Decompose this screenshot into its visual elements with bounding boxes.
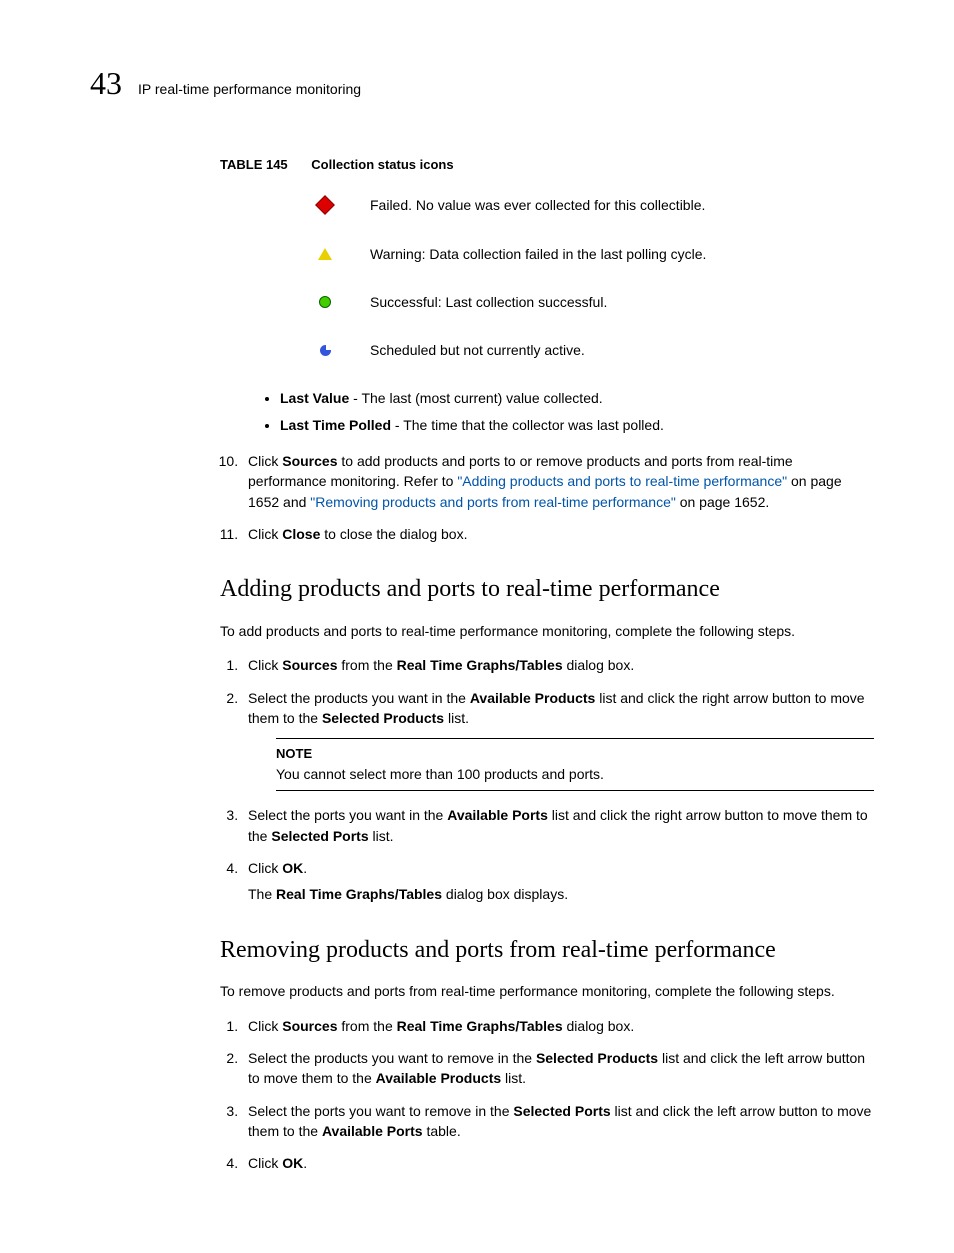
intro-removing: To remove products and ports from real-t… — [220, 981, 874, 1001]
table-title: Collection status icons — [311, 157, 453, 172]
last-value-label: Last Value — [280, 390, 349, 406]
table-row: Scheduled but not currently active. — [280, 340, 874, 360]
scheduled-icon — [280, 345, 370, 356]
rem-step-2: Select the products you want to remove i… — [242, 1048, 874, 1089]
intro-adding: To add products and ports to real-time p… — [220, 621, 874, 641]
last-time-text: - The time that the collector was last p… — [391, 417, 664, 433]
link-removing[interactable]: "Removing products and ports from real-t… — [310, 494, 676, 510]
success-icon — [280, 296, 370, 308]
table-label: TABLE 145 — [220, 157, 288, 172]
table-row: Warning: Data collection failed in the l… — [280, 244, 874, 264]
note-text: You cannot select more than 100 products… — [276, 764, 874, 784]
step-11: Click Close to close the dialog box. — [242, 524, 874, 544]
note-box: NOTE You cannot select more than 100 pro… — [276, 738, 874, 791]
rem-step-4: Click OK. — [242, 1153, 874, 1173]
add-step-4-sub: The Real Time Graphs/Tables dialog box d… — [248, 884, 874, 904]
list-item: Last Time Polled - The time that the col… — [280, 415, 874, 435]
add-step-1: Click Sources from the Real Time Graphs/… — [242, 655, 874, 675]
last-value-text: - The last (most current) value collecte… — [349, 390, 602, 406]
rem-step-1: Click Sources from the Real Time Graphs/… — [242, 1016, 874, 1036]
step-list-top: Click Sources to add products and ports … — [220, 451, 874, 544]
last-time-label: Last Time Polled — [280, 417, 391, 433]
add-step-2: Select the products you want in the Avai… — [242, 688, 874, 792]
table-caption: TABLE 145 Collection status icons — [220, 156, 874, 175]
success-desc: Successful: Last collection successful. — [370, 292, 607, 312]
step-list-remove: Click Sources from the Real Time Graphs/… — [220, 1016, 874, 1174]
failed-icon — [280, 198, 370, 212]
step-list-add: Click Sources from the Real Time Graphs/… — [220, 655, 874, 904]
bullet-list: Last Value - The last (most current) val… — [280, 388, 874, 435]
failed-desc: Failed. No value was ever collected for … — [370, 195, 705, 215]
warning-desc: Warning: Data collection failed in the l… — [370, 244, 706, 264]
link-adding[interactable]: "Adding products and ports to real-time … — [457, 473, 787, 489]
heading-removing: Removing products and ports from real-ti… — [220, 933, 874, 968]
chapter-number: 43 — [90, 60, 122, 106]
chapter-title: IP real-time performance monitoring — [138, 79, 361, 99]
warning-icon — [280, 248, 370, 260]
heading-adding: Adding products and ports to real-time p… — [220, 572, 874, 607]
table-row: Successful: Last collection successful. — [280, 292, 874, 312]
page-header: 43 IP real-time performance monitoring — [90, 60, 874, 106]
scheduled-desc: Scheduled but not currently active. — [370, 340, 585, 360]
step-10: Click Sources to add products and ports … — [242, 451, 874, 512]
list-item: Last Value - The last (most current) val… — [280, 388, 874, 408]
note-label: NOTE — [276, 745, 874, 764]
table-row: Failed. No value was ever collected for … — [280, 195, 874, 215]
add-step-3: Select the ports you want in the Availab… — [242, 805, 874, 846]
add-step-4: Click OK. The Real Time Graphs/Tables di… — [242, 858, 874, 905]
rem-step-3: Select the ports you want to remove in t… — [242, 1101, 874, 1142]
